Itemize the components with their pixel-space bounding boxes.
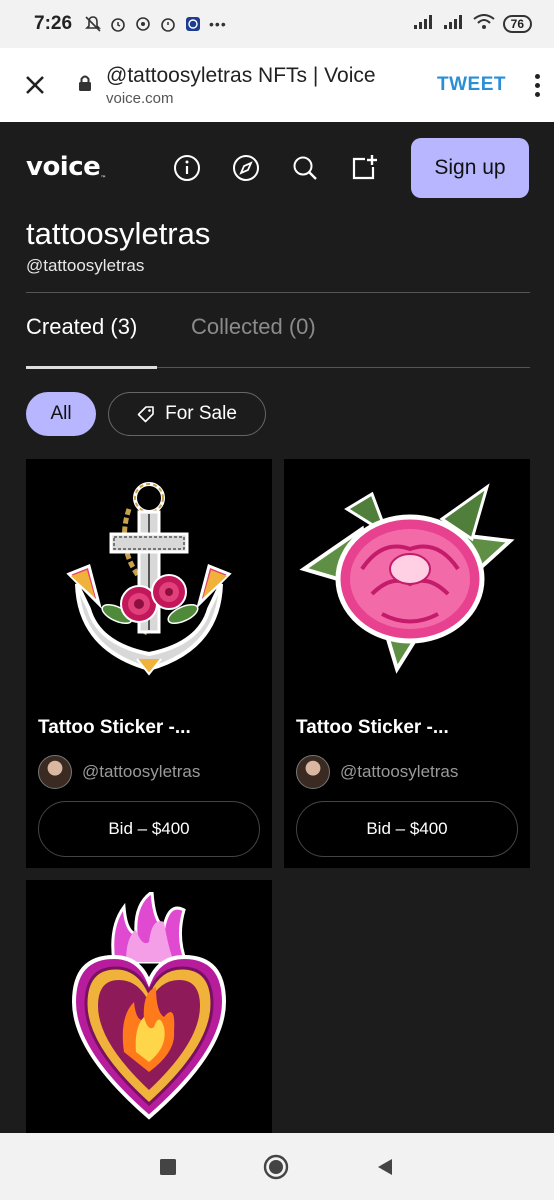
anchor-with-roses-art [66, 482, 232, 676]
avatar[interactable] [38, 755, 72, 789]
filter-for-sale-button[interactable]: For Sale [108, 392, 266, 436]
battery-indicator: 76 [502, 15, 532, 33]
bid-button[interactable]: Bid – $400 [38, 801, 260, 857]
nft-title[interactable]: Tattoo Sticker -... [38, 717, 191, 739]
system-nav-bar [0, 1133, 554, 1200]
browser-toolbar: @tattoosyletras NFTs | Voice voice.com T… [0, 48, 554, 122]
tag-icon [137, 406, 154, 423]
more-notifications-icon: ••• [209, 16, 227, 32]
alarm-icon [109, 15, 127, 33]
logo-text: voice [26, 152, 101, 182]
home-icon[interactable] [263, 1154, 289, 1180]
info-icon[interactable] [172, 153, 202, 183]
tab-created[interactable]: Created (3) [26, 314, 137, 340]
notification-icons: ••• [84, 15, 227, 33]
page-domain: voice.com [106, 89, 174, 107]
filter-all-button[interactable]: All [26, 392, 96, 436]
nft-card[interactable] [26, 880, 272, 1133]
signal-icon-2 [443, 14, 465, 35]
logo-tm: ™ [100, 175, 106, 182]
sacred-heart-flames-art [71, 891, 227, 1120]
system-status: 76 [413, 13, 532, 35]
close-button[interactable] [0, 48, 70, 122]
wifi-icon [473, 13, 495, 35]
nft-owner[interactable]: @tattoosyletras [340, 762, 458, 782]
alarm-icon-2 [159, 15, 177, 33]
signup-button[interactable]: Sign up [411, 138, 529, 198]
active-tab-indicator [26, 366, 157, 369]
bell-off-icon [84, 15, 102, 33]
tab-collected[interactable]: Collected (0) [191, 314, 316, 340]
nft-title[interactable]: Tattoo Sticker -... [296, 717, 449, 739]
nft-owner[interactable]: @tattoosyletras [82, 762, 200, 782]
nft-image-anchor[interactable] [26, 459, 272, 699]
signal-icon [413, 14, 435, 35]
avatar[interactable] [296, 755, 330, 789]
nft-card[interactable]: Tattoo Sticker -... @tattoosyletras Bid … [284, 459, 530, 868]
recents-icon[interactable] [159, 1158, 177, 1176]
nft-image-peony[interactable] [284, 459, 530, 699]
status-time: 7:26 [34, 13, 73, 34]
nft-card[interactable]: Tattoo Sticker -... @tattoosyletras Bid … [26, 459, 272, 868]
bid-button[interactable]: Bid – $400 [296, 801, 518, 857]
filter-for-sale-label: For Sale [165, 403, 237, 424]
back-icon[interactable] [375, 1157, 395, 1177]
voice-site: voice™ Sign up tattoosyletras @tattoosyl… [0, 122, 554, 1133]
profile-handle: @tattoosyletras [26, 256, 145, 275]
page-title: @tattoosyletras NFTs | Voice [106, 63, 376, 87]
url-block[interactable]: @tattoosyletras NFTs | Voice voice.com [100, 64, 429, 107]
tweet-button[interactable]: TWEET [429, 74, 520, 96]
pink-peony-art [299, 483, 515, 674]
nft-image-sacred-heart[interactable] [26, 880, 272, 1133]
status-bar: 7:26 ••• 76 [0, 0, 554, 48]
create-icon[interactable] [349, 153, 379, 183]
compass-icon[interactable] [231, 153, 261, 183]
close-icon [26, 76, 44, 94]
profile-name: tattoosyletras [26, 216, 211, 251]
chat-icon [134, 15, 152, 33]
divider [26, 292, 530, 293]
lock-icon[interactable] [70, 74, 100, 92]
overflow-menu-icon[interactable] [520, 73, 554, 97]
voice-logo[interactable]: voice™ [26, 152, 106, 182]
site-header: voice™ Sign up [0, 122, 554, 214]
app-icon [184, 15, 202, 33]
search-icon[interactable] [290, 153, 320, 183]
